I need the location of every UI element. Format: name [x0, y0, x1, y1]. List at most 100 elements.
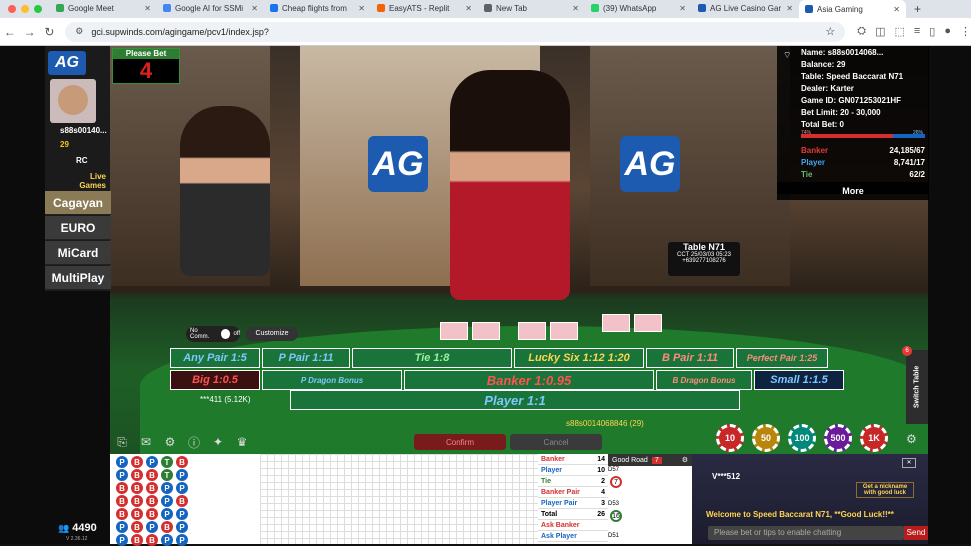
info-icon[interactable]: ⓘ	[182, 434, 206, 451]
bead: B	[131, 495, 143, 507]
more-button[interactable]: More	[777, 182, 929, 200]
bet-p-dragon-bonus[interactable]: P Dragon Bonus	[262, 370, 402, 390]
bet-small[interactable]: Small 1:1.5	[754, 370, 844, 390]
chip[interactable]: 500	[824, 424, 852, 452]
banker-pct: 74%	[801, 130, 812, 136]
settings-icon[interactable]: ⚙	[158, 435, 182, 449]
browser-tab[interactable]: Google Meet ✕	[50, 0, 157, 16]
bead: P	[161, 482, 173, 494]
rc-label[interactable]: RC	[76, 156, 88, 165]
countdown-panel: Please Bet 4	[112, 48, 180, 84]
wifi-icon: ⌔	[783, 50, 792, 60]
browser-tab[interactable]: New Tab ✕	[478, 0, 585, 16]
browser-tab[interactable]: Cheap flights from ✕	[264, 0, 371, 16]
browser-tab[interactable]: EasyATS - Replit ✕	[371, 0, 478, 16]
send-button[interactable]: Send	[904, 526, 928, 540]
browser-tab[interactable]: AG Live Casino Gar ✕	[692, 0, 799, 16]
close-tab-icon[interactable]: ✕	[786, 4, 793, 13]
bet-banker[interactable]: Banker 1:0.95	[404, 370, 654, 390]
chip[interactable]: 1K	[860, 424, 888, 452]
chip[interactable]: 100	[788, 424, 816, 452]
bet-b-dragon-bonus[interactable]: B Dragon Bonus	[656, 370, 752, 390]
extension-icon[interactable]: ◫	[875, 25, 885, 38]
sidebar-icon[interactable]: ▯	[929, 25, 935, 38]
bet-lucky-six[interactable]: Lucky Six 1:12 1:20	[514, 348, 644, 368]
history-icon[interactable]: ⎘	[110, 435, 134, 450]
discard-card	[602, 314, 630, 332]
live-games-link[interactable]: Live Games	[72, 172, 106, 190]
site-info-icon[interactable]: ⚙	[75, 26, 83, 37]
profile-avatar[interactable]: ●	[944, 25, 951, 38]
bet-any-pair[interactable]: Any Pair 1:5	[170, 348, 260, 368]
bead: P	[116, 534, 128, 546]
chat-icon[interactable]: ✉	[134, 435, 158, 449]
tab-favicon-icon	[270, 4, 278, 12]
switch-table-button[interactable]: Switch Table	[906, 350, 928, 424]
cancel-button[interactable]: Cancel	[510, 434, 602, 450]
crown-icon[interactable]: ♛	[230, 435, 254, 449]
close-tab-icon[interactable]: ✕	[893, 5, 900, 14]
close-tab-icon[interactable]: ✕	[251, 4, 258, 13]
stat-row[interactable]: Ask Player	[538, 531, 608, 542]
info-table: Table: Speed Baccarat N71	[801, 72, 904, 81]
bet-player[interactable]: Player 1:1	[290, 390, 740, 410]
chat-input[interactable]: Please bet or tips to enable chatting	[708, 526, 904, 540]
browser-tab[interactable]: Google AI for SSMi ✕	[157, 0, 264, 16]
close-tab-icon[interactable]: ✕	[358, 4, 365, 13]
new-tab-button[interactable]: +	[906, 2, 929, 16]
room-tab[interactable]: MiCard	[45, 241, 111, 265]
maximize-window-button[interactable]	[34, 5, 42, 13]
stat-row[interactable]: Ask Banker	[538, 520, 608, 531]
good-road-table-1[interactable]: D57	[608, 467, 619, 473]
stat-value: 10	[597, 467, 605, 474]
puzzle-icon[interactable]: ⬚	[894, 25, 904, 38]
reload-icon[interactable]: ↻	[40, 25, 60, 39]
browser-tab[interactable]: Asia Gaming ✕	[799, 0, 906, 18]
minimize-chat-icon[interactable]: ✕	[902, 458, 916, 468]
good-road-table-2[interactable]: D53	[608, 501, 619, 507]
close-tab-icon[interactable]: ✕	[465, 4, 472, 13]
info-balance: Balance: 29	[801, 60, 846, 69]
good-road-settings-icon[interactable]: ⚙	[682, 456, 688, 464]
close-tab-icon[interactable]: ✕	[679, 4, 686, 13]
player-card	[440, 322, 468, 340]
menu-icon[interactable]: ⋮	[960, 25, 971, 38]
bet-perfect-pair[interactable]: Perfect Pair 1:25	[736, 348, 828, 368]
nickname-link[interactable]: Get a nickname with good luck	[856, 482, 914, 498]
media-icon[interactable]: ≡	[914, 25, 920, 38]
room-tab[interactable]: MultiPlay	[45, 266, 111, 290]
bet-tie[interactable]: Tie 1:8	[352, 348, 512, 368]
forward-icon[interactable]: →	[20, 25, 40, 39]
stat-label: Ask Banker	[541, 522, 580, 529]
close-tab-icon[interactable]: ✕	[144, 4, 151, 13]
browser-tab[interactable]: (39) WhatsApp ✕	[585, 0, 692, 16]
bet-b-pair[interactable]: B Pair 1:11	[646, 348, 734, 368]
close-window-button[interactable]	[8, 5, 16, 13]
chip[interactable]: 50	[752, 424, 780, 452]
dealer-center	[450, 70, 570, 300]
good-road-table-3[interactable]: D51	[608, 533, 619, 539]
minimize-window-button[interactable]	[21, 5, 29, 13]
tips-icon[interactable]: ✦	[206, 435, 230, 449]
room-tab[interactable]: Cagayan	[45, 191, 111, 215]
no-comm-toggle[interactable]: No Comm. off	[186, 326, 240, 342]
stat-label: Banker	[541, 456, 565, 463]
bead: P	[146, 521, 158, 533]
bet-p-pair[interactable]: P Pair 1:11	[262, 348, 350, 368]
stat-row: Total 26	[538, 509, 608, 520]
bet-big[interactable]: Big 1:0.5	[170, 370, 260, 390]
back-icon[interactable]: ←	[0, 25, 20, 39]
room-tab[interactable]: EURO	[45, 216, 111, 240]
close-tab-icon[interactable]: ✕	[572, 4, 579, 13]
stat-label: Player	[541, 467, 563, 474]
avatar[interactable]	[50, 79, 96, 123]
chip[interactable]: 10	[716, 424, 744, 452]
translate-icon[interactable]: ⛭	[857, 25, 866, 38]
bookmark-star-icon[interactable]: ☆	[825, 25, 835, 38]
welcome-message: Welcome to Speed Baccarat N71, **Good Lu…	[706, 510, 894, 519]
customize-button[interactable]: Customize	[246, 327, 298, 341]
stat-row: Player Pair 3	[538, 498, 608, 509]
chip-settings-icon[interactable]: ⚙	[906, 432, 917, 446]
url-field[interactable]: ⚙ gci.supwinds.com/agingame/pcv1/index.j…	[65, 21, 846, 42]
confirm-button[interactable]: Confirm	[414, 434, 506, 450]
